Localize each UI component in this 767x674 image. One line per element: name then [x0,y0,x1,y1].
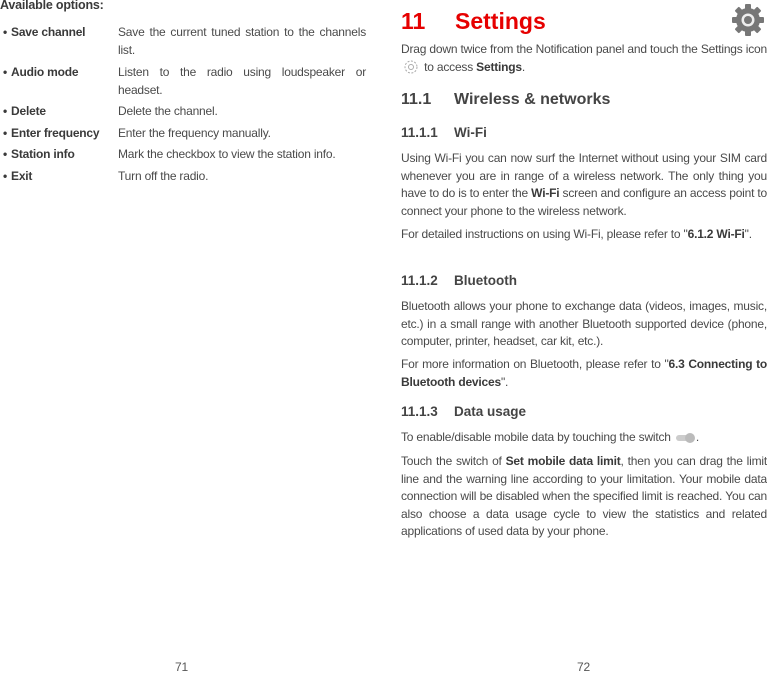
bluetooth-reference: For more information on Bluetooth, pleas… [401,357,767,389]
gear-icon [732,4,764,36]
chapter-title: 11 Settings [401,8,767,35]
page-number: 71 [175,660,188,674]
option-desc: Listen to the radio using loudspeaker or… [118,65,366,97]
option-label: Delete [3,103,46,121]
data-limit-paragraph: Touch the switch of Set mobile data limi… [401,454,767,539]
wifi-paragraph: Using Wi-Fi you can now surf the Interne… [401,151,767,218]
options-heading: Available options: [0,0,104,12]
section-heading: 11.1 Wireless & networks [401,91,611,108]
subsection-heading: 11.1.3 Data usage [401,404,527,419]
option-desc: Turn off the radio. [118,169,209,183]
bluetooth-paragraph: Bluetooth allows your phone to exchange … [401,299,767,349]
option-desc: Save the current tuned station to the ch… [118,25,366,57]
page-number: 72 [577,660,590,674]
data-usage-paragraph: To enable/disable mobile data by touchin… [401,430,700,444]
option-desc: Enter the frequency manually. [118,126,271,140]
option-label: Audio mode [3,64,79,82]
subsection-heading: 11.1.2 Bluetooth [401,273,517,288]
option-label: Station info [3,146,75,164]
option-label: Enter frequency [3,125,100,143]
option-desc: Delete the channel. [118,104,218,118]
option-label: Exit [3,168,32,186]
chapter-title-text: Settings [455,8,546,34]
wifi-reference: For detailed instructions on using Wi-Fi… [401,227,752,241]
settings-gear-icon [404,60,418,74]
option-desc: Mark the checkbox to view the station in… [118,147,336,161]
subsection-heading: 11.1.1 Wi-Fi [401,125,487,140]
option-label: Save channel [3,24,86,42]
intro-paragraph: Drag down twice from the Notification pa… [401,42,767,74]
toggle-switch-icon [674,432,696,443]
chapter-number: 11 [401,8,426,34]
